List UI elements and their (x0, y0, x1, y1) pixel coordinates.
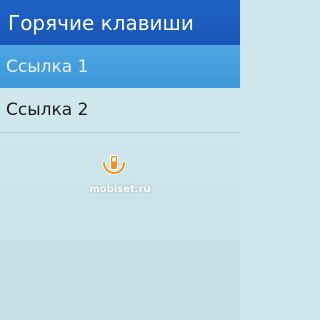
list-divider (0, 132, 240, 133)
page-title: Горячие клавиши (8, 10, 194, 35)
list-item-label: Ссылка 2 (6, 100, 89, 120)
list-item-link-2[interactable]: Ссылка 2 (0, 88, 240, 132)
list-item-label: Ссылка 1 (6, 56, 89, 77)
list-item-link-1[interactable]: Ссылка 1 (0, 45, 240, 88)
watermark-text: mobiset.ru (89, 184, 151, 195)
header-bar: Горячие клавиши (0, 0, 240, 45)
mobiset-logo-icon (102, 155, 126, 175)
hotkeys-list: Ссылка 1 Ссылка 2 (0, 45, 240, 133)
screen: Горячие клавиши Ссылка 1 Ссылка 2 mobise… (0, 0, 240, 320)
watermark: mobiset.ru (0, 153, 240, 223)
